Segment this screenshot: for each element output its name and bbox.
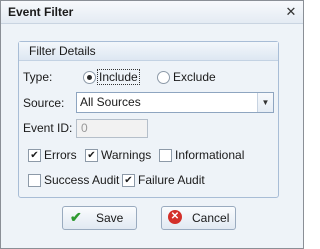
include-radio[interactable] (83, 71, 96, 84)
cancel-icon: ✕ (168, 210, 182, 224)
close-button[interactable]: ✕ (282, 3, 300, 20)
cancel-button-label: Cancel (192, 211, 230, 225)
save-button[interactable]: ✔ Save (62, 206, 137, 230)
informational-checkbox[interactable] (159, 149, 172, 162)
window-title: Event Filter (8, 5, 74, 19)
checkmark-icon: ✔ (70, 209, 82, 225)
event-id-value: 0 (81, 121, 88, 135)
source-label: Source: (23, 96, 65, 110)
include-label-text: Include (97, 69, 140, 85)
chevron-down-icon[interactable]: ▼ (257, 93, 273, 112)
errors-label[interactable]: Errors (44, 148, 77, 162)
type-label: Type: (23, 70, 53, 84)
title-bar: Event Filter ✕ (1, 1, 303, 24)
warnings-label[interactable]: Warnings (101, 148, 151, 162)
source-value: All Sources (80, 95, 141, 109)
exclude-radio-label[interactable]: Exclude (173, 70, 216, 84)
event-id-input[interactable]: 0 (76, 119, 148, 138)
failure-audit-label[interactable]: Failure Audit (138, 173, 205, 187)
event-id-label: Event ID: (23, 121, 73, 135)
save-button-label: Save (96, 211, 124, 225)
success-audit-checkbox[interactable] (28, 174, 41, 187)
warnings-checkbox[interactable]: ✔ (85, 149, 98, 162)
cancel-button[interactable]: ✕ Cancel (161, 206, 236, 230)
exclude-radio[interactable] (157, 71, 170, 84)
source-dropdown[interactable]: All Sources ▼ (76, 92, 274, 113)
include-radio-label[interactable]: Include (97, 69, 140, 85)
group-header: Filter Details (19, 42, 278, 61)
success-audit-label[interactable]: Success Audit (44, 173, 119, 187)
informational-label[interactable]: Informational (175, 148, 244, 162)
errors-checkbox[interactable]: ✔ (28, 149, 41, 162)
event-filter-dialog: Event Filter ✕ Filter Details Type: Incl… (0, 0, 304, 249)
failure-audit-checkbox[interactable]: ✔ (122, 174, 135, 187)
